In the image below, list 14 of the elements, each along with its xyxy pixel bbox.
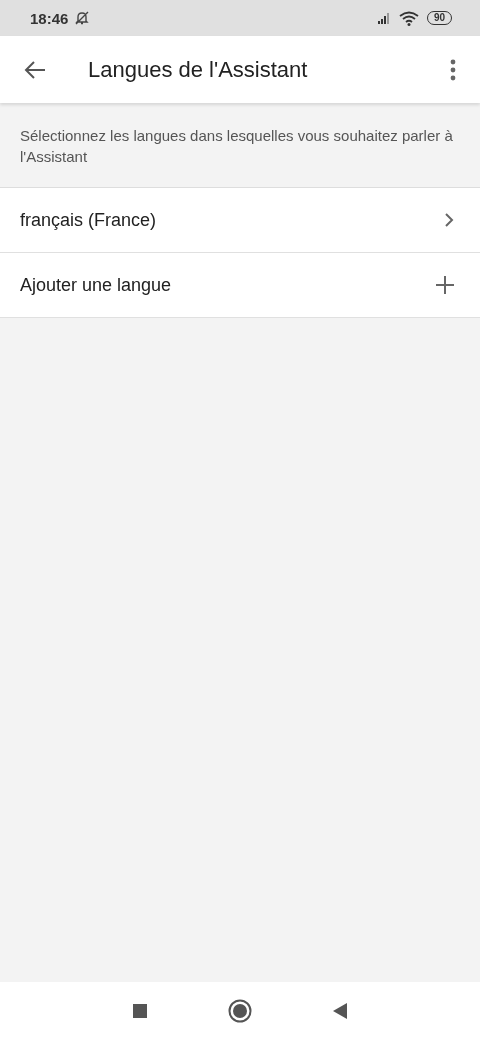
wifi-icon bbox=[398, 10, 419, 26]
more-options-icon[interactable] bbox=[450, 58, 456, 81]
page-title: Langues de l'Assistant bbox=[88, 56, 309, 83]
back-arrow-icon[interactable] bbox=[24, 59, 46, 80]
description-text: Sélectionnez les langues dans lesquelles vous souhaitez parler à l'Assistant bbox=[20, 127, 453, 165]
status-time: 18:46 bbox=[30, 9, 69, 27]
back-icon[interactable] bbox=[332, 1002, 348, 1020]
recents-icon[interactable] bbox=[132, 1003, 148, 1019]
list-item[interactable]: Ajouter une langue bbox=[0, 253, 480, 318]
chevron-right-icon bbox=[444, 212, 454, 228]
home-icon[interactable] bbox=[228, 999, 252, 1023]
bell-off-icon bbox=[74, 10, 91, 26]
list-item[interactable]: français (France) bbox=[0, 188, 480, 253]
plus-icon bbox=[436, 276, 454, 294]
